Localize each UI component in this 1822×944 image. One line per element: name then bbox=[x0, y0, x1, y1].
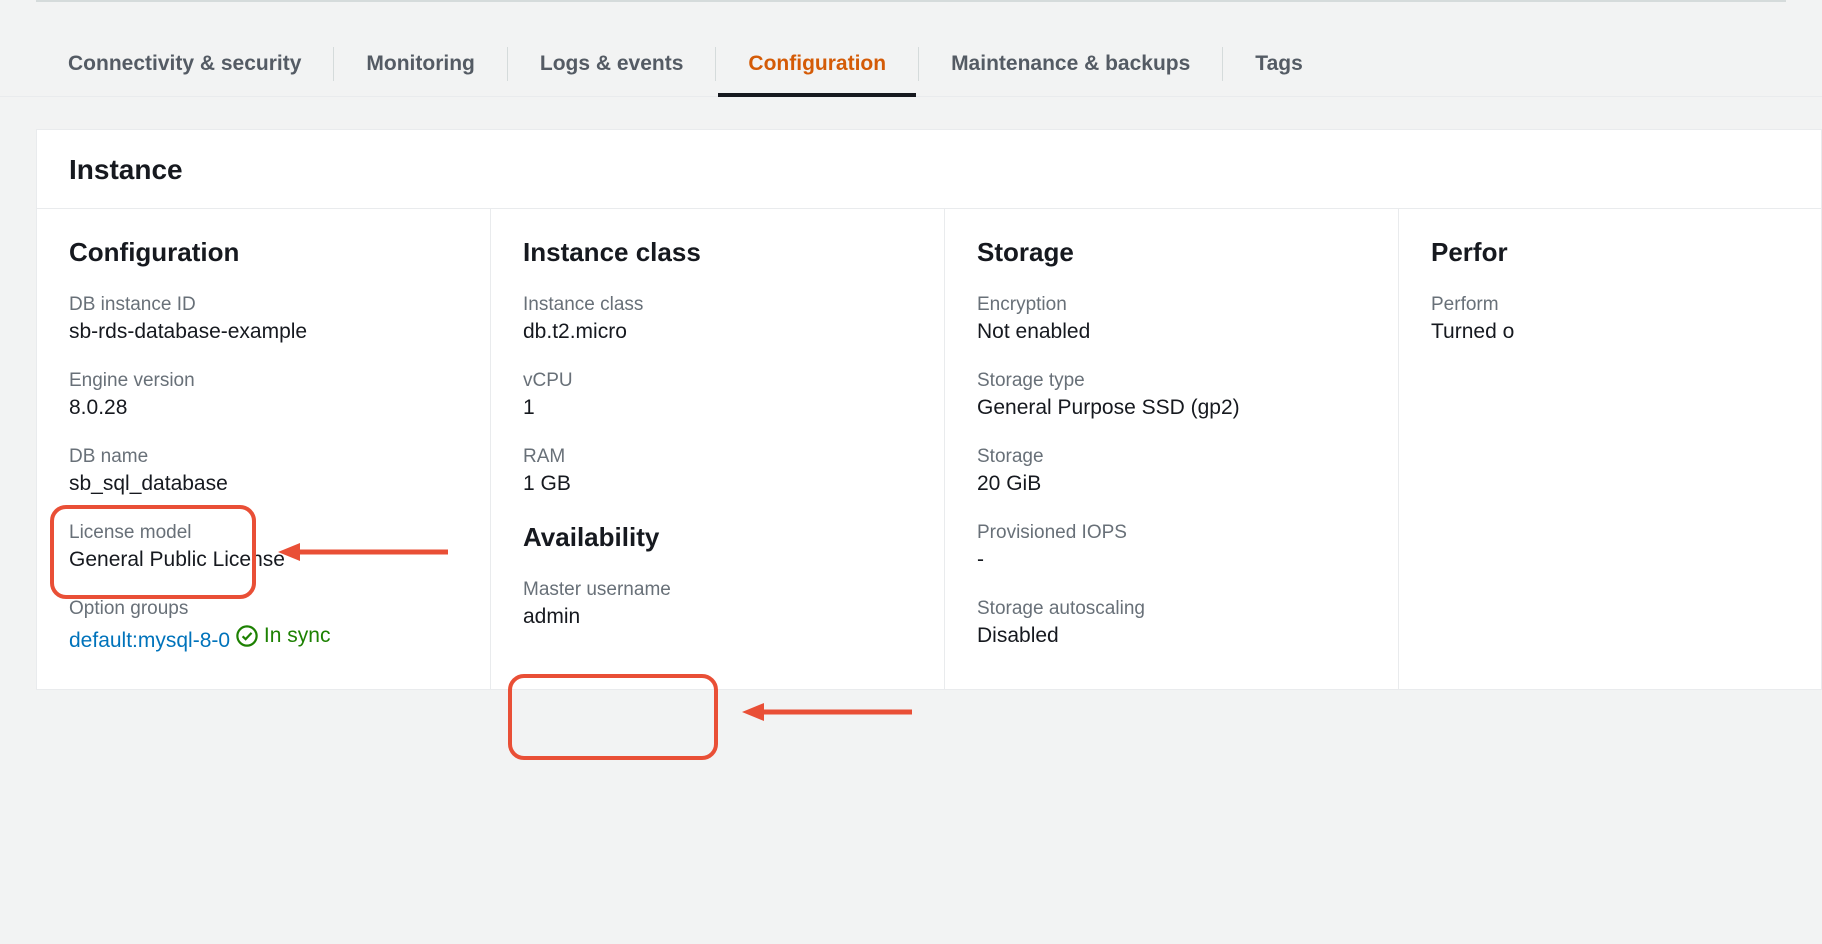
storage-autoscaling-value: Disabled bbox=[977, 624, 1366, 648]
encryption-label: Encryption bbox=[977, 294, 1366, 316]
instance-class-value: db.t2.micro bbox=[523, 320, 912, 344]
license-model-label: License model bbox=[69, 522, 458, 544]
option-groups-label: Option groups bbox=[69, 598, 458, 620]
engine-version-label: Engine version bbox=[69, 370, 458, 392]
panel-header: Instance bbox=[37, 130, 1821, 209]
check-circle-icon bbox=[236, 625, 258, 647]
storage-type-label: Storage type bbox=[977, 370, 1366, 392]
annotation-arrow-master-username bbox=[742, 700, 912, 724]
performance-label: Perform bbox=[1431, 294, 1789, 316]
ram-value: 1 GB bbox=[523, 472, 912, 496]
configuration-section-title: Configuration bbox=[69, 237, 458, 268]
availability-section-title: Availability bbox=[523, 522, 912, 553]
option-groups-status-wrap: In sync bbox=[236, 624, 331, 648]
tab-maintenance-backups[interactable]: Maintenance & backups bbox=[919, 38, 1222, 96]
storage-section-title: Storage bbox=[977, 237, 1366, 268]
storage-autoscaling-label: Storage autoscaling bbox=[977, 598, 1366, 620]
tab-monitoring[interactable]: Monitoring bbox=[334, 38, 506, 96]
panel-columns: Configuration DB instance ID sb-rds-data… bbox=[37, 209, 1821, 689]
tab-logs-events[interactable]: Logs & events bbox=[508, 38, 716, 96]
tabs-bar: Connectivity & security Monitoring Logs … bbox=[0, 10, 1822, 97]
provisioned-iops-value: - bbox=[977, 548, 1366, 572]
storage-type-value: General Purpose SSD (gp2) bbox=[977, 396, 1366, 420]
vcpu-label: vCPU bbox=[523, 370, 912, 392]
instance-class-column: Instance class Instance class db.t2.micr… bbox=[491, 209, 945, 689]
configuration-column: Configuration DB instance ID sb-rds-data… bbox=[37, 209, 491, 689]
option-groups-link[interactable]: default:mysql-8-0 bbox=[69, 629, 230, 652]
vcpu-value: 1 bbox=[523, 396, 912, 420]
master-username-label: Master username bbox=[523, 579, 912, 601]
db-instance-id-label: DB instance ID bbox=[69, 294, 458, 316]
db-instance-id-value: sb-rds-database-example bbox=[69, 320, 458, 344]
panel-title: Instance bbox=[69, 154, 1789, 186]
tab-configuration[interactable]: Configuration bbox=[716, 38, 918, 96]
performance-value: Turned o bbox=[1431, 320, 1789, 344]
license-model-value: General Public License bbox=[69, 548, 458, 572]
top-divider bbox=[36, 0, 1786, 2]
ram-label: RAM bbox=[523, 446, 912, 468]
storage-column: Storage Encryption Not enabled Storage t… bbox=[945, 209, 1399, 689]
option-groups-value: default:mysql-8-0 In sync bbox=[69, 624, 458, 653]
engine-version-value: 8.0.28 bbox=[69, 396, 458, 420]
db-name-label: DB name bbox=[69, 446, 458, 468]
instance-class-label: Instance class bbox=[523, 294, 912, 316]
performance-section-title: Perfor bbox=[1431, 237, 1789, 268]
master-username-value: admin bbox=[523, 605, 912, 629]
provisioned-iops-label: Provisioned IOPS bbox=[977, 522, 1366, 544]
performance-column: Perfor Perform Turned o bbox=[1399, 209, 1821, 689]
option-groups-status-text: In sync bbox=[264, 624, 331, 648]
tab-connectivity-security[interactable]: Connectivity & security bbox=[36, 38, 333, 96]
instance-class-section-title: Instance class bbox=[523, 237, 912, 268]
instance-panel: Instance Configuration DB instance ID sb… bbox=[36, 129, 1822, 690]
encryption-value: Not enabled bbox=[977, 320, 1366, 344]
storage-label: Storage bbox=[977, 446, 1366, 468]
tab-tags[interactable]: Tags bbox=[1223, 38, 1334, 96]
db-name-value: sb_sql_database bbox=[69, 472, 458, 496]
storage-value: 20 GiB bbox=[977, 472, 1366, 496]
